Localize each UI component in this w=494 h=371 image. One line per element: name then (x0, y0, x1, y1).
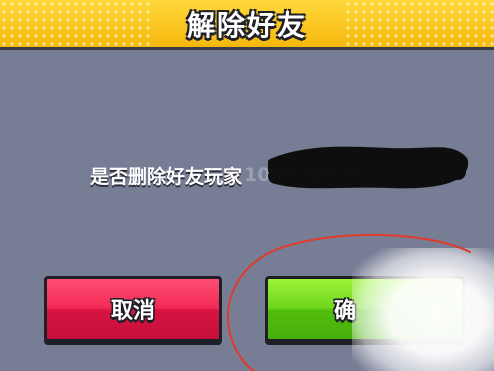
remove-friend-dialog: 解除好友 是否删除好友玩家 10597364? 取消 确 (0, 0, 494, 371)
redaction-scribble (268, 146, 468, 189)
cancel-button-label: 取消 (110, 299, 155, 324)
dialog-message: 是否删除好友玩家 (90, 165, 243, 188)
cancel-button[interactable]: 取消 (44, 276, 222, 342)
red-circle-annotation (227, 233, 471, 371)
dialog-header: 解除好友 (0, 0, 494, 50)
dialog-title: 解除好友 (186, 9, 307, 42)
